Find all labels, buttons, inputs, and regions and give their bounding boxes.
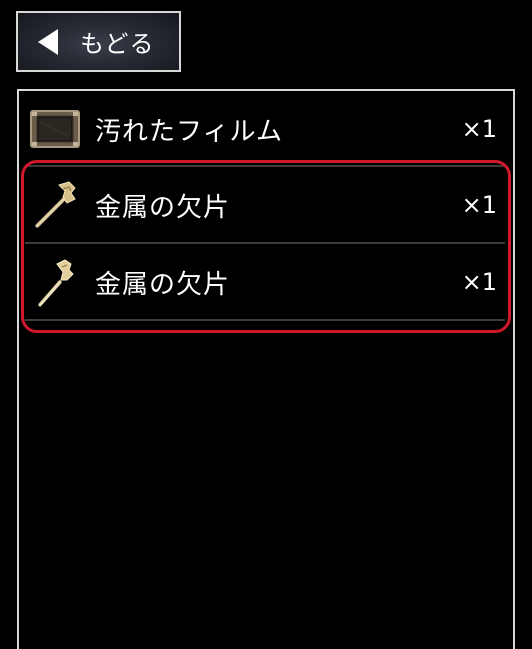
item-quantity: ×1 <box>461 268 497 296</box>
back-button[interactable]: もどる <box>16 11 181 72</box>
back-arrow-icon <box>38 28 58 55</box>
list-item-metal-fragment-2[interactable]: 金属の欠片 ×1 <box>19 244 513 320</box>
item-name: 汚れたフィルム <box>95 116 283 147</box>
item-quantity: ×1 <box>461 115 497 143</box>
list-item-dirty-film[interactable]: 汚れたフィルム ×1 <box>19 91 513 167</box>
row-divider <box>25 319 505 321</box>
metal-fragment-icon <box>35 181 76 228</box>
inventory-list: 汚れたフィルム ×1 金属の欠片 ×1 金属の欠片 ×1 <box>17 89 515 649</box>
list-item-metal-fragment-1[interactable]: 金属の欠片 ×1 <box>19 167 513 243</box>
item-quantity: ×1 <box>461 191 497 219</box>
film-icon <box>30 110 80 148</box>
back-button-label: もどる <box>80 30 155 58</box>
item-name: 金属の欠片 <box>95 192 231 223</box>
metal-fragment-icon <box>38 259 74 307</box>
item-name: 金属の欠片 <box>95 269 231 300</box>
